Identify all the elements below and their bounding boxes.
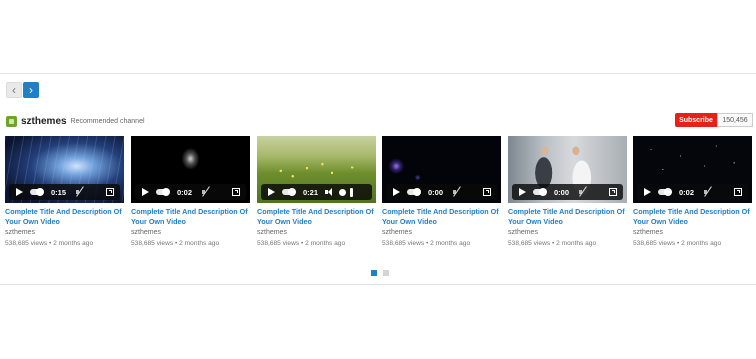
mute-icon[interactable] <box>578 187 588 197</box>
video-channel[interactable]: szthemes <box>382 228 501 238</box>
play-icon[interactable] <box>644 188 651 196</box>
video-controls: 0:02 <box>637 184 748 200</box>
video-time: 0:21 <box>303 187 319 197</box>
bottom-divider <box>0 284 756 285</box>
video-thumbnail[interactable]: 0:21 <box>257 136 376 203</box>
mute-icon[interactable] <box>703 187 713 197</box>
next-button[interactable]: › <box>23 82 39 98</box>
video-title[interactable]: Complete Title And Description Of Your O… <box>382 207 501 227</box>
chevron-right-icon: › <box>29 83 33 97</box>
record-dot-icon[interactable] <box>339 188 346 196</box>
video-meta: 538,685 views • 2 months ago <box>382 240 471 247</box>
video-title[interactable]: Complete Title And Description Of Your O… <box>633 207 752 227</box>
video-controls: 0:15 <box>9 184 120 200</box>
video-card[interactable]: 0:00 Complete Title And Description Of Y… <box>508 136 627 249</box>
video-title[interactable]: Complete Title And Description Of Your O… <box>5 207 124 227</box>
video-meta: 538,685 views • 2 months ago <box>508 240 597 247</box>
volume-slider-icon[interactable] <box>156 188 170 196</box>
video-time: 0:00 <box>428 187 444 197</box>
video-channel[interactable]: szthemes <box>131 228 250 238</box>
volume-slider-icon[interactable] <box>533 188 547 196</box>
fullscreen-icon[interactable] <box>483 188 491 196</box>
volume-slider-icon[interactable] <box>30 188 44 196</box>
video-channel[interactable]: szthemes <box>257 228 376 238</box>
chevron-left-icon: ‹ <box>12 83 16 97</box>
mute-icon[interactable] <box>201 187 211 197</box>
fullscreen-icon[interactable] <box>734 188 742 196</box>
volume-slider-icon[interactable] <box>658 188 672 196</box>
video-card[interactable]: 0:02 Complete Title And Description Of Y… <box>633 136 752 249</box>
mute-icon[interactable] <box>75 187 85 197</box>
channel-header: szthemes Recommended channel <box>6 116 145 127</box>
pager-dot-1[interactable] <box>371 270 377 276</box>
video-card[interactable]: 0:21 Complete Title And Description Of Y… <box>257 136 376 249</box>
video-card[interactable]: 0:02 Complete Title And Description Of Y… <box>131 136 250 249</box>
volume-slider-icon[interactable] <box>407 188 421 196</box>
fullscreen-icon[interactable] <box>232 188 240 196</box>
video-card[interactable]: 0:15 Complete Title And Description Of Y… <box>5 136 124 249</box>
video-controls: 0:00 <box>386 184 497 200</box>
channel-tag: Recommended channel <box>70 118 145 125</box>
video-time: 0:00 <box>554 187 570 197</box>
volume-slider-icon[interactable] <box>282 188 296 196</box>
channel-logo-icon[interactable] <box>6 116 17 127</box>
video-thumbnail[interactable]: 0:02 <box>131 136 250 203</box>
subscribe-button[interactable]: Subscribe <box>675 113 717 127</box>
video-title[interactable]: Complete Title And Description Of Your O… <box>131 207 250 227</box>
play-icon[interactable] <box>393 188 400 196</box>
top-divider <box>0 73 756 74</box>
mute-icon[interactable] <box>452 187 462 197</box>
subscriber-count: 150,456 <box>717 113 753 127</box>
fullscreen-icon[interactable] <box>350 187 353 197</box>
video-channel[interactable]: szthemes <box>5 228 124 238</box>
video-controls: 0:00 <box>512 184 623 200</box>
video-channel[interactable]: szthemes <box>508 228 627 238</box>
video-thumbnail[interactable]: 0:02 <box>633 136 752 203</box>
video-title[interactable]: Complete Title And Description Of Your O… <box>257 207 376 227</box>
play-icon[interactable] <box>16 188 23 196</box>
video-title[interactable]: Complete Title And Description Of Your O… <box>508 207 627 227</box>
video-thumbnail[interactable]: 0:15 <box>5 136 124 203</box>
prev-button[interactable]: ‹ <box>6 82 22 98</box>
video-controls: 0:21 <box>261 184 372 200</box>
video-meta: 538,685 views • 2 months ago <box>633 240 722 247</box>
fullscreen-icon[interactable] <box>106 188 114 196</box>
pager-dot-2[interactable] <box>383 270 389 276</box>
video-thumbnail[interactable]: 0:00 <box>508 136 627 203</box>
carousel-pager <box>371 270 389 276</box>
video-thumbnail[interactable]: 0:00 <box>382 136 501 203</box>
video-meta: 538,685 views • 2 months ago <box>5 240 94 247</box>
speaker-icon[interactable] <box>325 187 335 197</box>
video-controls: 0:02 <box>135 184 246 200</box>
play-icon[interactable] <box>519 188 526 196</box>
fullscreen-icon[interactable] <box>609 188 617 196</box>
play-icon[interactable] <box>268 188 275 196</box>
channel-name[interactable]: szthemes <box>21 116 67 127</box>
video-channel[interactable]: szthemes <box>633 228 752 238</box>
video-meta: 538,685 views • 2 months ago <box>131 240 220 247</box>
video-time: 0:02 <box>177 187 193 197</box>
video-time: 0:15 <box>51 187 67 197</box>
video-time: 0:02 <box>679 187 695 197</box>
play-icon[interactable] <box>142 188 149 196</box>
video-meta: 538,685 views • 2 months ago <box>257 240 346 247</box>
video-card[interactable]: 0:00 Complete Title And Description Of Y… <box>382 136 501 249</box>
